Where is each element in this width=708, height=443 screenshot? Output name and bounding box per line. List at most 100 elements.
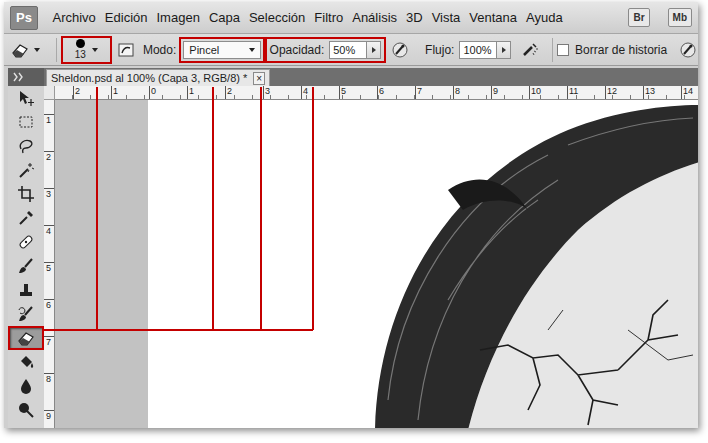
flow-slider-button[interactable]	[497, 41, 511, 59]
erase-history-checkbox[interactable]	[557, 44, 569, 56]
brush-size: 13	[75, 50, 86, 60]
brush-picker[interactable]: 13	[61, 36, 113, 64]
tool-slot	[8, 254, 44, 278]
menu-item[interactable]: Capa	[204, 8, 244, 27]
ruler-label: 13	[643, 86, 681, 99]
mode-label: Modo:	[140, 43, 179, 57]
vertical-ruler: 123456789	[44, 100, 55, 428]
mode-value: Pincel	[189, 44, 219, 56]
blur-tool-icon	[16, 376, 36, 396]
brush-tip-icon	[76, 39, 85, 48]
ruler-label: 2	[44, 151, 54, 188]
brush-preview: 13	[75, 39, 86, 60]
ruler-corner	[44, 86, 55, 100]
separator	[552, 38, 553, 62]
tool-button[interactable]	[10, 328, 42, 348]
menu-item[interactable]: Análisis	[348, 8, 402, 27]
airbrush-icon[interactable]	[520, 40, 540, 60]
ruler-label: 10	[529, 86, 567, 99]
ruler-label: 8	[453, 86, 491, 99]
menu-item[interactable]: Vista	[427, 8, 465, 27]
tool-slot	[8, 134, 44, 158]
tool-button[interactable]	[10, 352, 42, 372]
options-bar: 13 Modo: Pincel Opacidad:50% Flujo:100% Borra…	[4, 34, 698, 66]
document-area: Sheldon.psd al 100% (Capa 3, RGB/8) *×21…	[44, 68, 698, 428]
menu-item[interactable]: Imagen	[152, 8, 204, 27]
menu-item[interactable]: Archivo	[48, 8, 100, 27]
pasteboard	[55, 100, 148, 428]
horizontal-ruler: 2101234567891011121314	[55, 86, 698, 100]
close-tab-button[interactable]: ×	[253, 72, 265, 85]
document-tab[interactable]: Sheldon.psd al 100% (Capa 3, RGB/8) *×	[46, 69, 270, 86]
ruler-label: 3	[44, 188, 54, 225]
flow-field[interactable]: 100%	[459, 41, 497, 59]
photoshop-window: PsArchivoEdiciónImagenCapaSelecciónFiltr…	[4, 2, 698, 428]
mode-dropdown[interactable]: Pincel	[179, 37, 264, 63]
tool-button[interactable]	[10, 136, 42, 156]
opacity-control: Opacidad:50%	[265, 37, 387, 63]
brush-panel-icon[interactable]	[116, 40, 136, 60]
dropdown-caret-icon	[249, 48, 255, 52]
tool-preset-picker[interactable]	[8, 38, 52, 62]
tool-button[interactable]	[10, 256, 42, 276]
menu-item[interactable]: Edición	[100, 8, 152, 27]
history-brush-tool-icon	[16, 304, 36, 324]
ruler-label: 6	[377, 86, 415, 99]
marquee-tool-icon	[16, 112, 36, 132]
eraser-tool-icon	[16, 328, 36, 348]
pressure-opacity-icon[interactable]	[390, 40, 410, 60]
tool-button[interactable]	[10, 304, 42, 324]
ruler-label: 1	[44, 114, 54, 151]
tool-button[interactable]	[10, 184, 42, 204]
tool-button[interactable]	[10, 376, 42, 396]
menu-item[interactable]: 3D	[402, 8, 428, 27]
ruler-row: 2101234567891011121314	[44, 86, 698, 100]
tool-slot	[8, 350, 44, 374]
tool-button[interactable]	[10, 400, 42, 420]
eyedropper-tool-icon	[16, 208, 36, 228]
tool-slot	[8, 374, 44, 398]
ruler-label: 7	[415, 86, 453, 99]
ruler-label: 4	[44, 225, 54, 262]
tool-slot	[8, 182, 44, 206]
app-switch-button[interactable]: Mb	[668, 8, 692, 27]
erase-history-label[interactable]: Borrar de historia	[572, 43, 670, 57]
tool-button[interactable]	[10, 88, 42, 108]
opacity-slider-button[interactable]	[367, 41, 381, 59]
eraser-icon	[10, 40, 30, 60]
tool-slot	[8, 398, 44, 422]
app-switch-button[interactable]: Br	[628, 8, 649, 27]
slider-arrow-icon	[502, 47, 506, 53]
healing-brush-tool-icon	[16, 232, 36, 252]
menu-item[interactable]: Filtro	[310, 8, 348, 27]
dodge-tool-icon	[16, 400, 36, 420]
image-canvas[interactable]	[148, 100, 698, 428]
opacity-label: Opacidad:	[267, 43, 328, 57]
opacity-field[interactable]: 50%	[329, 41, 367, 59]
app-switcher: Br Mb	[628, 8, 698, 27]
menu-item[interactable]: Ventana	[465, 8, 522, 27]
tool-button[interactable]	[10, 280, 42, 300]
magic-wand-tool-icon	[16, 160, 36, 180]
ruler-label: 6	[44, 299, 54, 336]
tool-button[interactable]	[10, 208, 42, 228]
tool-button[interactable]	[10, 232, 42, 252]
annotation-lines	[4, 2, 698, 428]
collapse-icon[interactable]	[11, 67, 31, 87]
pressure-size-icon[interactable]	[678, 40, 698, 60]
ruler-offset	[44, 100, 54, 114]
ruler-label: 5	[44, 262, 54, 299]
ruler-offset	[55, 86, 73, 99]
tool-button[interactable]	[10, 112, 42, 132]
brush-tool-icon	[16, 256, 36, 276]
separator	[56, 38, 57, 62]
mode-field[interactable]: Pincel	[183, 41, 260, 59]
slider-arrow-icon	[372, 47, 376, 53]
ruler-label: 7	[44, 336, 54, 373]
toolbox-header	[8, 68, 44, 86]
tool-button[interactable]	[10, 160, 42, 180]
workspace: Sheldon.psd al 100% (Capa 3, RGB/8) *×21…	[4, 68, 698, 428]
flow-control: Flujo:100%	[420, 37, 516, 63]
menu-item[interactable]: Ayuda	[522, 8, 568, 27]
menu-item[interactable]: Selección	[244, 8, 309, 27]
